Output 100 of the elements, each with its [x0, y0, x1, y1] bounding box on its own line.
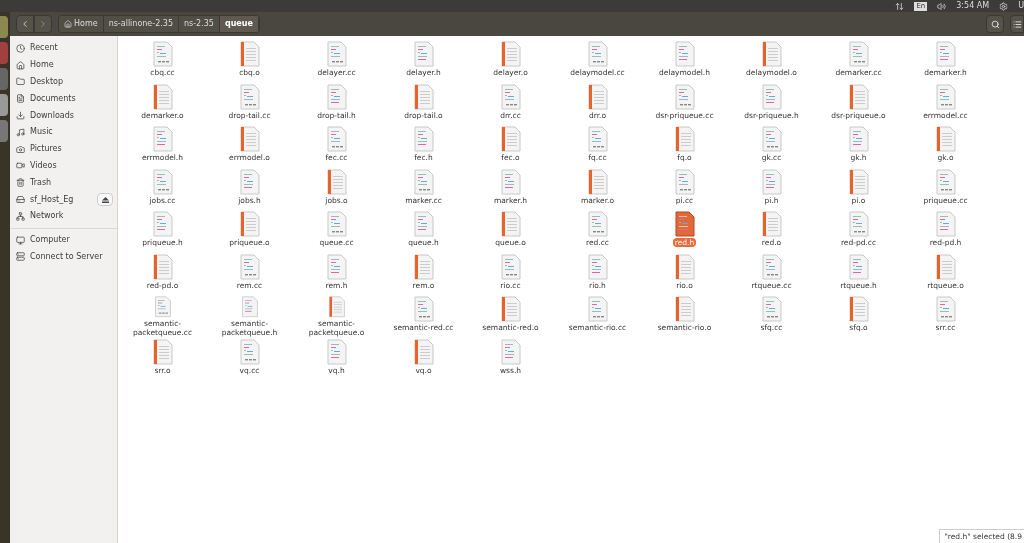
header-file-icon	[326, 253, 347, 280]
clock-text[interactable]: 3:54 AM	[956, 0, 990, 12]
folder-icon	[16, 77, 25, 87]
eject-icon	[101, 196, 109, 203]
header-file-icon	[674, 211, 695, 237]
header-file-icon	[413, 41, 434, 67]
object-file-icon	[413, 253, 434, 280]
sidebar-item[interactable]: Pictures	[16, 143, 113, 156]
cpp-file-icon	[587, 126, 608, 152]
object-file-icon	[413, 83, 434, 110]
sidebar-item[interactable]: Connect to Server	[16, 250, 113, 263]
header-file-icon	[761, 168, 782, 195]
object-file-icon	[848, 296, 869, 322]
launcher-item[interactable]	[0, 68, 8, 90]
cpp-file-icon	[935, 296, 956, 322]
header-file-icon	[587, 253, 608, 280]
view-options-button[interactable]	[1010, 15, 1024, 33]
camera-icon	[16, 144, 25, 154]
document-icon	[16, 94, 25, 104]
volume-icon[interactable]	[937, 1, 947, 11]
drive-icon	[16, 195, 25, 205]
music-icon	[16, 127, 25, 137]
object-file-icon	[935, 126, 956, 152]
forward-button[interactable]	[34, 15, 52, 33]
launcher-item[interactable]	[0, 42, 8, 64]
sidebar-item[interactable]: sf_Host_Eg	[16, 193, 97, 206]
path-button[interactable]: queue	[219, 16, 259, 32]
header-file-icon	[500, 338, 521, 365]
cpp-file-icon	[848, 211, 869, 237]
network-arrows-icon[interactable]	[895, 1, 905, 11]
chevron-right-icon	[38, 19, 48, 29]
cpp-file-icon	[935, 168, 956, 195]
object-file-icon	[848, 168, 869, 195]
sidebar-item[interactable]: Home	[16, 59, 113, 72]
object-file-icon	[500, 296, 521, 322]
launcher-item[interactable]	[0, 16, 8, 38]
user-menu-text[interactable]: U	[1018, 0, 1024, 12]
header-file-icon	[413, 126, 434, 152]
object-file-icon	[152, 253, 173, 280]
cpp-file-icon	[152, 168, 173, 195]
sidebar-item[interactable]: Trash	[16, 176, 113, 189]
cpp-file-icon	[413, 296, 434, 322]
object-file-icon	[674, 253, 695, 280]
object-file-icon	[674, 126, 695, 152]
download-icon	[16, 111, 25, 121]
launcher-item[interactable]	[0, 94, 8, 116]
cpp-file-icon	[326, 126, 347, 152]
cpp-file-icon	[326, 211, 347, 237]
cpp-file-icon	[674, 168, 695, 195]
cpp-file-icon	[587, 41, 608, 67]
cpp-file-icon	[674, 83, 695, 110]
object-file-icon	[761, 211, 782, 237]
cpp-file-icon	[152, 296, 173, 318]
header-file-icon	[500, 168, 521, 195]
header-file-icon	[935, 211, 956, 237]
sidebar-item[interactable]: Videos	[16, 159, 113, 172]
header-file-icon	[152, 211, 173, 237]
header-file-icon	[761, 83, 782, 110]
object-file-icon	[587, 168, 608, 195]
object-file-icon	[413, 338, 434, 365]
back-button[interactable]	[16, 15, 34, 33]
cpp-file-icon	[761, 296, 782, 322]
object-file-icon	[152, 338, 173, 365]
cpp-file-icon	[239, 338, 260, 365]
network-icon	[16, 211, 25, 221]
settings-icon[interactable]	[999, 1, 1009, 11]
search-icon	[990, 19, 1000, 29]
object-file-icon	[500, 126, 521, 152]
path-button[interactable]: Home	[59, 16, 104, 32]
sidebar-item[interactable]: Documents	[16, 92, 113, 105]
header-file-icon	[326, 338, 347, 365]
cpp-file-icon	[587, 211, 608, 237]
path-button[interactable]: ns-2.35	[179, 16, 220, 32]
cpp-file-icon	[935, 83, 956, 110]
cpp-file-icon	[848, 41, 869, 67]
sidebar-item[interactable]: Downloads	[16, 109, 113, 122]
launcher-item[interactable]	[0, 120, 8, 142]
sidebar-item[interactable]: Desktop	[16, 76, 113, 88]
sidebar-item[interactable]: Computer	[16, 234, 113, 247]
search-button[interactable]	[986, 15, 1004, 33]
sidebar-item[interactable]: Music	[16, 126, 113, 139]
object-file-icon	[761, 41, 782, 67]
eject-button[interactable]	[97, 193, 113, 207]
sidebar-item[interactable]: Network	[16, 210, 113, 223]
home-icon	[64, 20, 72, 28]
sidebar-item[interactable]: Recent	[16, 42, 113, 55]
object-file-icon	[239, 41, 260, 67]
header-file-icon	[239, 168, 260, 195]
cpp-file-icon	[152, 41, 173, 67]
cpp-file-icon	[587, 296, 608, 322]
cpp-file-icon	[761, 253, 782, 280]
cpp-file-icon	[239, 83, 260, 110]
list-icon	[1012, 19, 1022, 29]
home-icon	[16, 60, 25, 70]
object-file-icon	[326, 296, 347, 318]
chevron-left-icon	[20, 19, 30, 29]
cpp-file-icon	[500, 83, 521, 110]
cpp-file-icon	[326, 41, 347, 67]
object-file-icon	[500, 211, 521, 237]
path-button[interactable]: ns-allinone-2.35	[103, 16, 179, 32]
